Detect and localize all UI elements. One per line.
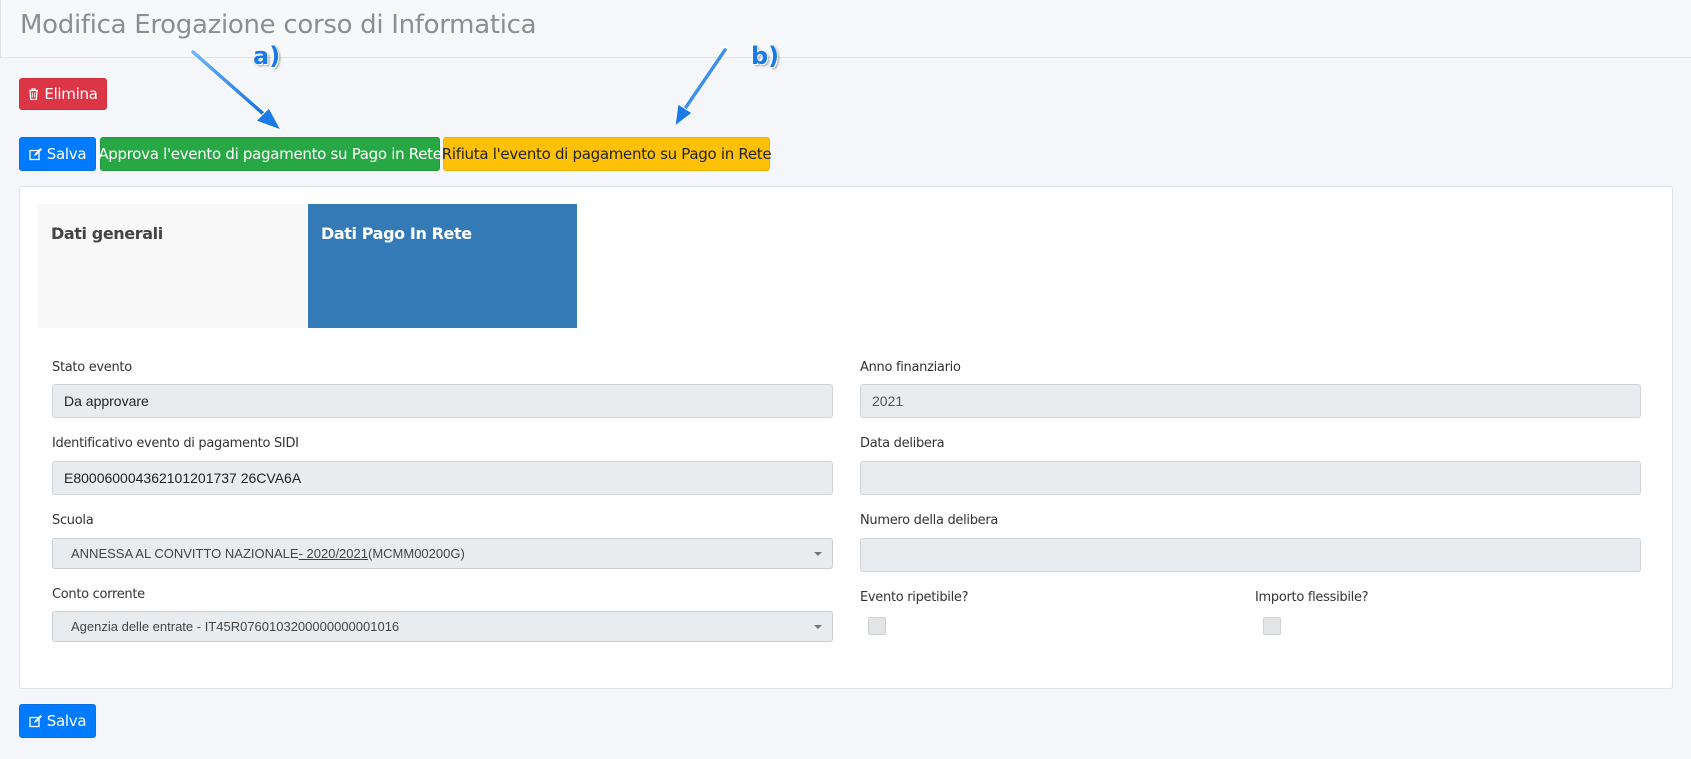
stato-evento-label: Stato evento xyxy=(52,360,132,375)
footer-save-button-label: Salva xyxy=(46,712,87,730)
edit-icon xyxy=(29,147,42,161)
chevron-down-icon xyxy=(814,625,822,629)
annotation-a: a) xyxy=(253,42,281,70)
scuola-value-year: - 2020/2021 xyxy=(298,546,368,561)
approve-button-label: Approva l'evento di pagamento su Pago in… xyxy=(98,145,442,163)
chevron-down-icon xyxy=(814,552,822,556)
anno-finanziario-field[interactable]: 2021 xyxy=(860,384,1641,418)
evento-ripetibile-label: Evento ripetibile? xyxy=(860,590,969,605)
importo-flessibile-label: Importo flessibile? xyxy=(1255,590,1369,605)
evento-ripetibile-checkbox[interactable] xyxy=(868,617,886,635)
arrow-b-icon xyxy=(674,47,728,128)
importo-flessibile-checkbox[interactable] xyxy=(1263,617,1281,635)
id-evento-field[interactable]: E800060004362101201737 26CVA6A xyxy=(52,461,833,495)
delete-button-label: Elimina xyxy=(44,85,98,103)
save-button-label: Salva xyxy=(46,145,87,163)
scuola-select[interactable]: ANNESSA AL CONVITTO NAZIONALE - 2020/202… xyxy=(52,538,833,569)
reject-payment-button[interactable]: Rifiuta l'evento di pagamento su Pago in… xyxy=(441,137,772,171)
id-evento-label: Identificativo evento di pagamento SIDI xyxy=(52,436,299,451)
annotation-b: b) xyxy=(751,42,780,70)
numero-delibera-field[interactable] xyxy=(860,538,1641,572)
data-delibera-label: Data delibera xyxy=(860,436,945,451)
stato-evento-field[interactable]: Da approvare xyxy=(52,384,833,418)
save-button[interactable]: Salva xyxy=(19,137,96,171)
reject-button-label: Rifiuta l'evento di pagamento su Pago in… xyxy=(441,145,772,163)
footer-save-button[interactable]: Salva xyxy=(19,704,96,738)
scuola-label: Scuola xyxy=(52,513,94,528)
conto-corrente-value: Agenzia delle entrate - IT45R07601032000… xyxy=(71,619,400,634)
data-delibera-field[interactable] xyxy=(860,461,1641,495)
scuola-value-code: (MCMM00200G) xyxy=(367,546,465,561)
tab-dati-generali[interactable]: Dati generali xyxy=(38,204,307,328)
conto-corrente-label: Conto corrente xyxy=(52,587,145,602)
anno-finanziario-label: Anno finanziario xyxy=(860,360,961,375)
page-title: Modifica Erogazione corso di Informatica xyxy=(20,10,537,40)
tab-dati-pago-in-rete[interactable]: Dati Pago In Rete xyxy=(308,204,577,328)
edit-icon xyxy=(29,714,42,728)
delete-button[interactable]: Elimina xyxy=(19,78,107,110)
trash-icon xyxy=(28,88,39,100)
scuola-value-name: ANNESSA AL CONVITTO NAZIONALE xyxy=(71,546,299,561)
approve-payment-button[interactable]: Approva l'evento di pagamento su Pago in… xyxy=(98,137,442,171)
conto-corrente-select[interactable]: Agenzia delle entrate - IT45R07601032000… xyxy=(52,611,833,642)
numero-delibera-label: Numero della delibera xyxy=(860,513,999,528)
